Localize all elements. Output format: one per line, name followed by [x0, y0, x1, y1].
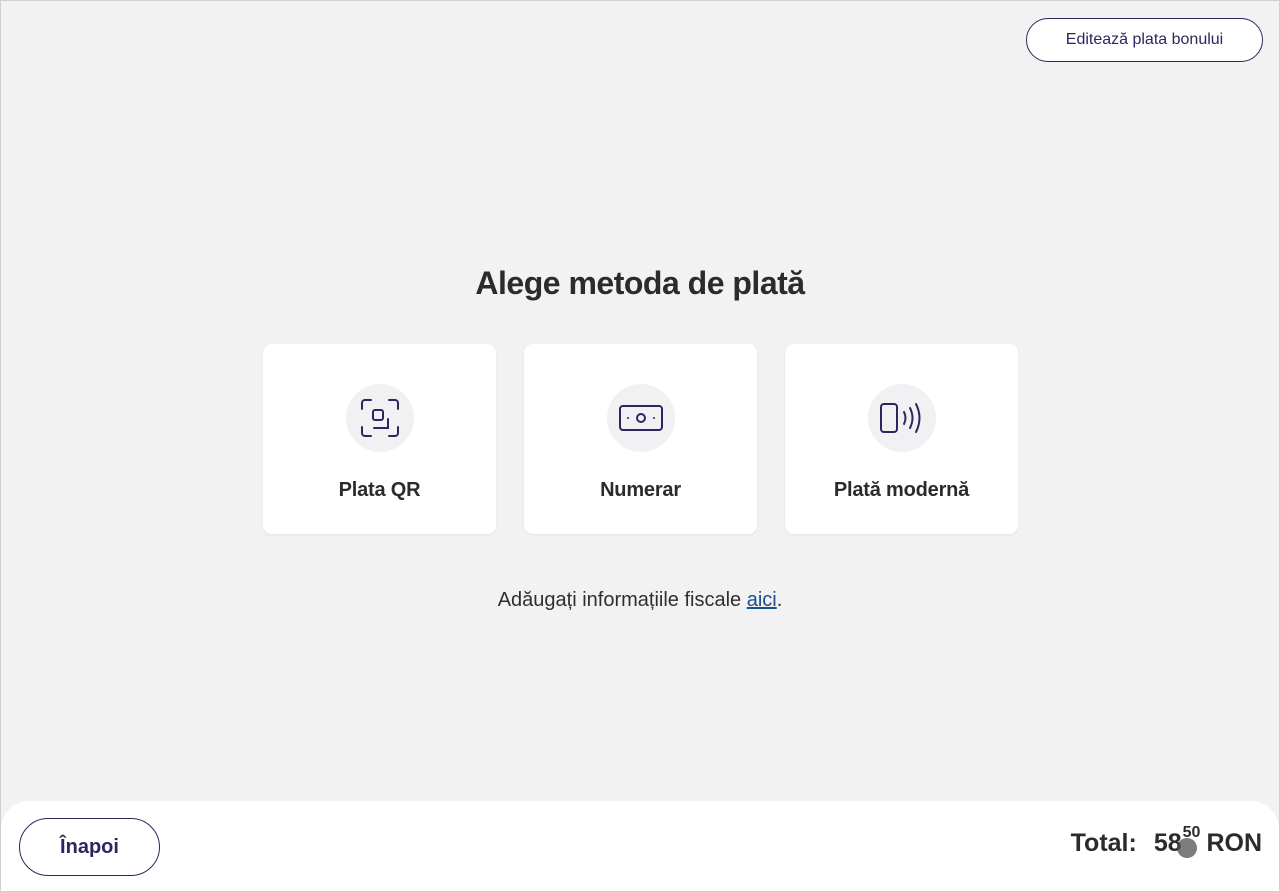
total-currency: RON	[1206, 829, 1262, 857]
fiscal-info-text: Adăugați informațiile fiscale aici.	[1, 589, 1279, 612]
touch-cursor	[1177, 838, 1197, 858]
qr-scan-icon	[345, 384, 414, 452]
payment-method-label: Plata QR	[338, 479, 421, 501]
fiscal-info-prefix: Adăugați informațiile fiscale	[497, 589, 747, 611]
payment-method-cash[interactable]: Numerar	[524, 344, 757, 534]
footer-bar: Înapoi Total: 58 50 RON	[1, 801, 1279, 891]
payment-methods: Plata QR Numerar Plată modernă	[263, 344, 1018, 534]
payment-screen: Editează plata bonului Alege metoda de p…	[0, 0, 1280, 892]
cash-icon	[606, 384, 675, 452]
payment-method-label: Plată modernă	[833, 479, 970, 501]
total-label: Total:	[1070, 829, 1137, 857]
edit-receipt-payment-button[interactable]: Editează plata bonului	[1026, 18, 1263, 62]
back-button[interactable]: Înapoi	[19, 818, 160, 876]
payment-method-modern[interactable]: Plată modernă	[785, 344, 1018, 534]
payment-method-qr[interactable]: Plata QR	[263, 344, 496, 534]
total-amount: Total: 58 50 RON	[1070, 824, 1262, 858]
payment-method-label: Numerar	[600, 479, 681, 501]
page-title: Alege metoda de plată	[475, 265, 805, 301]
contactless-phone-icon	[867, 384, 936, 452]
fiscal-info-link[interactable]: aici	[747, 589, 777, 611]
fiscal-info-suffix: .	[776, 589, 783, 611]
